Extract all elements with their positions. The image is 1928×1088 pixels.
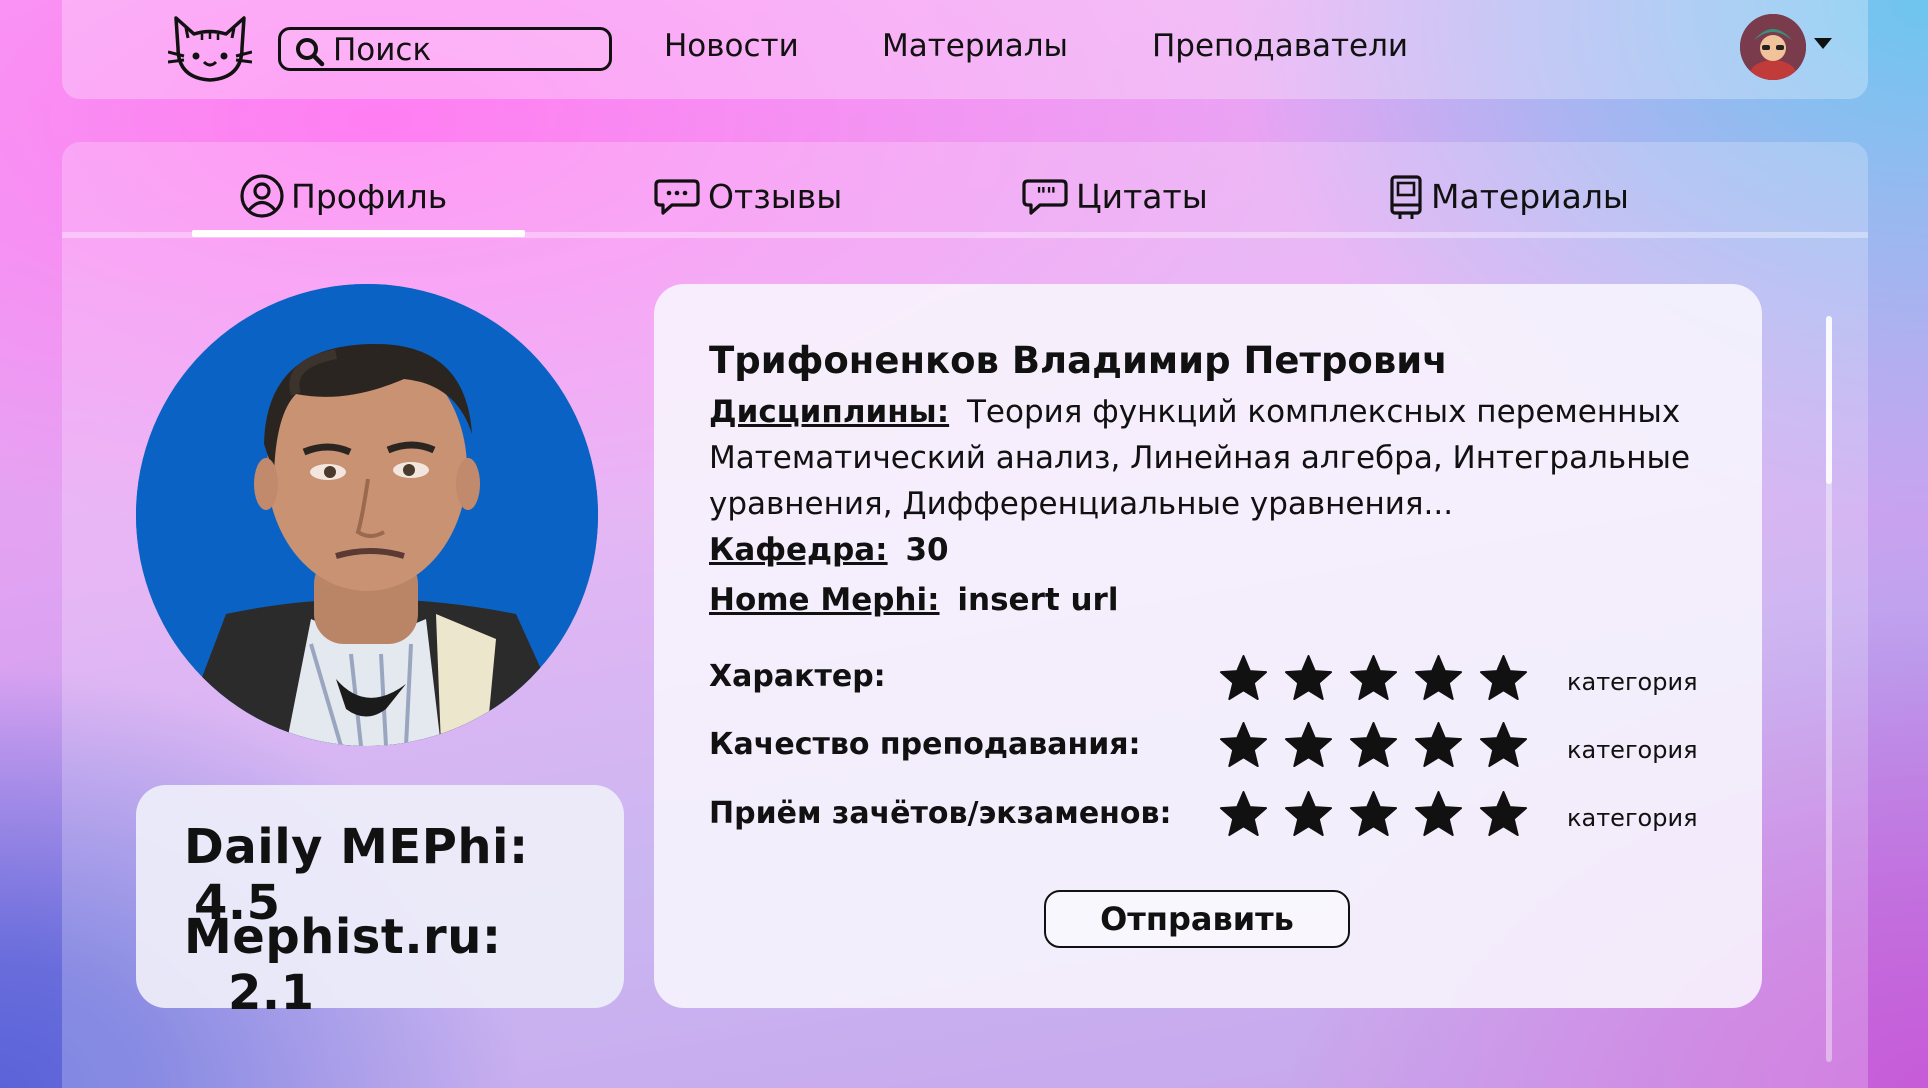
star-icon[interactable] bbox=[1219, 721, 1268, 770]
star-icon[interactable] bbox=[1284, 721, 1333, 770]
criterion-category: категория bbox=[1567, 804, 1698, 832]
star-icon[interactable] bbox=[1219, 654, 1268, 703]
tab-quotes[interactable]: " " Цитаты bbox=[1022, 172, 1208, 220]
star-icon[interactable] bbox=[1414, 721, 1463, 770]
criterion-label: Характер: bbox=[709, 659, 886, 694]
submit-button[interactable]: Отправить bbox=[1044, 890, 1350, 948]
chat-bubble-icon bbox=[654, 179, 700, 215]
book-icon bbox=[1390, 175, 1422, 219]
star-rating-character[interactable] bbox=[1219, 654, 1528, 703]
scrollbar-thumb[interactable] bbox=[1826, 316, 1832, 484]
department-label: Кафедра: bbox=[709, 532, 888, 568]
nav-materials[interactable]: Материалы bbox=[882, 28, 1068, 64]
rating-source: Daily MEPhi: bbox=[184, 819, 529, 875]
criterion-category: категория bbox=[1567, 668, 1698, 696]
top-navbar: Поиск Новости Материалы Преподаватели bbox=[62, 0, 1868, 99]
star-icon[interactable] bbox=[1414, 790, 1463, 839]
user-avatar[interactable] bbox=[1740, 14, 1806, 80]
teacher-photo bbox=[136, 284, 598, 746]
star-icon[interactable] bbox=[1349, 790, 1398, 839]
svg-text:": " bbox=[1036, 183, 1046, 207]
scrollbar-track[interactable] bbox=[1826, 316, 1832, 1062]
external-ratings-card: Daily MEPhi: 4.5 Mephist.ru: 2.1 bbox=[136, 785, 624, 1021]
nav-teachers[interactable]: Преподаватели bbox=[1152, 28, 1408, 64]
search-input[interactable]: Поиск bbox=[278, 27, 612, 71]
disciplines-row: Дисциплины: Теория функций комплексных п… bbox=[709, 389, 1729, 527]
star-icon[interactable] bbox=[1479, 721, 1528, 770]
star-icon[interactable] bbox=[1349, 654, 1398, 703]
tab-profile[interactable]: Профиль bbox=[239, 172, 447, 220]
criterion-label: Приём зачётов/экзаменов: bbox=[709, 796, 1172, 831]
teacher-info-card: Трифоненков Владимир Петрович Дисциплины… bbox=[654, 284, 1762, 1008]
cat-logo-icon[interactable] bbox=[167, 12, 253, 88]
tab-label: Цитаты bbox=[1076, 176, 1208, 216]
user-circle-icon bbox=[240, 174, 284, 218]
nav-news[interactable]: Новости bbox=[664, 28, 799, 64]
star-icon[interactable] bbox=[1284, 790, 1333, 839]
tab-label: Отзывы bbox=[708, 176, 843, 216]
star-icon[interactable] bbox=[1479, 654, 1528, 703]
quote-bubble-icon: " " bbox=[1022, 179, 1068, 215]
search-placeholder: Поиск bbox=[333, 32, 432, 68]
star-icon[interactable] bbox=[1349, 721, 1398, 770]
svg-text:": " bbox=[1046, 183, 1056, 207]
active-tab-indicator bbox=[192, 230, 525, 237]
profile-panel: Профиль Отзывы " " Цитаты Материалы Dail… bbox=[62, 142, 1868, 1088]
department-value: 30 bbox=[905, 532, 949, 568]
disciplines-label: Дисциплины: bbox=[709, 394, 950, 430]
star-icon[interactable] bbox=[1414, 654, 1463, 703]
criterion-label: Качество преподавания: bbox=[709, 727, 1141, 762]
rating-value: 2.1 bbox=[228, 965, 315, 1021]
rating-source: Mephist.ru: bbox=[184, 909, 502, 965]
caret-down-icon[interactable] bbox=[1814, 38, 1832, 49]
star-rating-teaching-quality[interactable] bbox=[1219, 721, 1528, 770]
search-icon bbox=[296, 38, 325, 67]
home-mephi-label[interactable]: Home Mephi: bbox=[709, 582, 940, 618]
rating-mephist: Mephist.ru: 2.1 bbox=[184, 909, 624, 1021]
tab-reviews[interactable]: Отзывы bbox=[654, 172, 842, 220]
tab-label: Материалы bbox=[1431, 176, 1629, 216]
star-icon[interactable] bbox=[1479, 790, 1528, 839]
star-icon[interactable] bbox=[1219, 790, 1268, 839]
criterion-category: категория bbox=[1567, 736, 1698, 764]
department-row: Кафедра: 30 bbox=[709, 532, 949, 568]
tab-label: Профиль bbox=[291, 176, 448, 216]
star-rating-exams[interactable] bbox=[1219, 790, 1528, 839]
star-icon[interactable] bbox=[1284, 654, 1333, 703]
teacher-name: Трифоненков Владимир Петрович bbox=[709, 339, 1448, 382]
tab-materials[interactable]: Материалы bbox=[1385, 172, 1629, 220]
home-mephi-value[interactable]: insert url bbox=[957, 582, 1118, 618]
home-mephi-row: Home Mephi: insert url bbox=[709, 582, 1118, 618]
